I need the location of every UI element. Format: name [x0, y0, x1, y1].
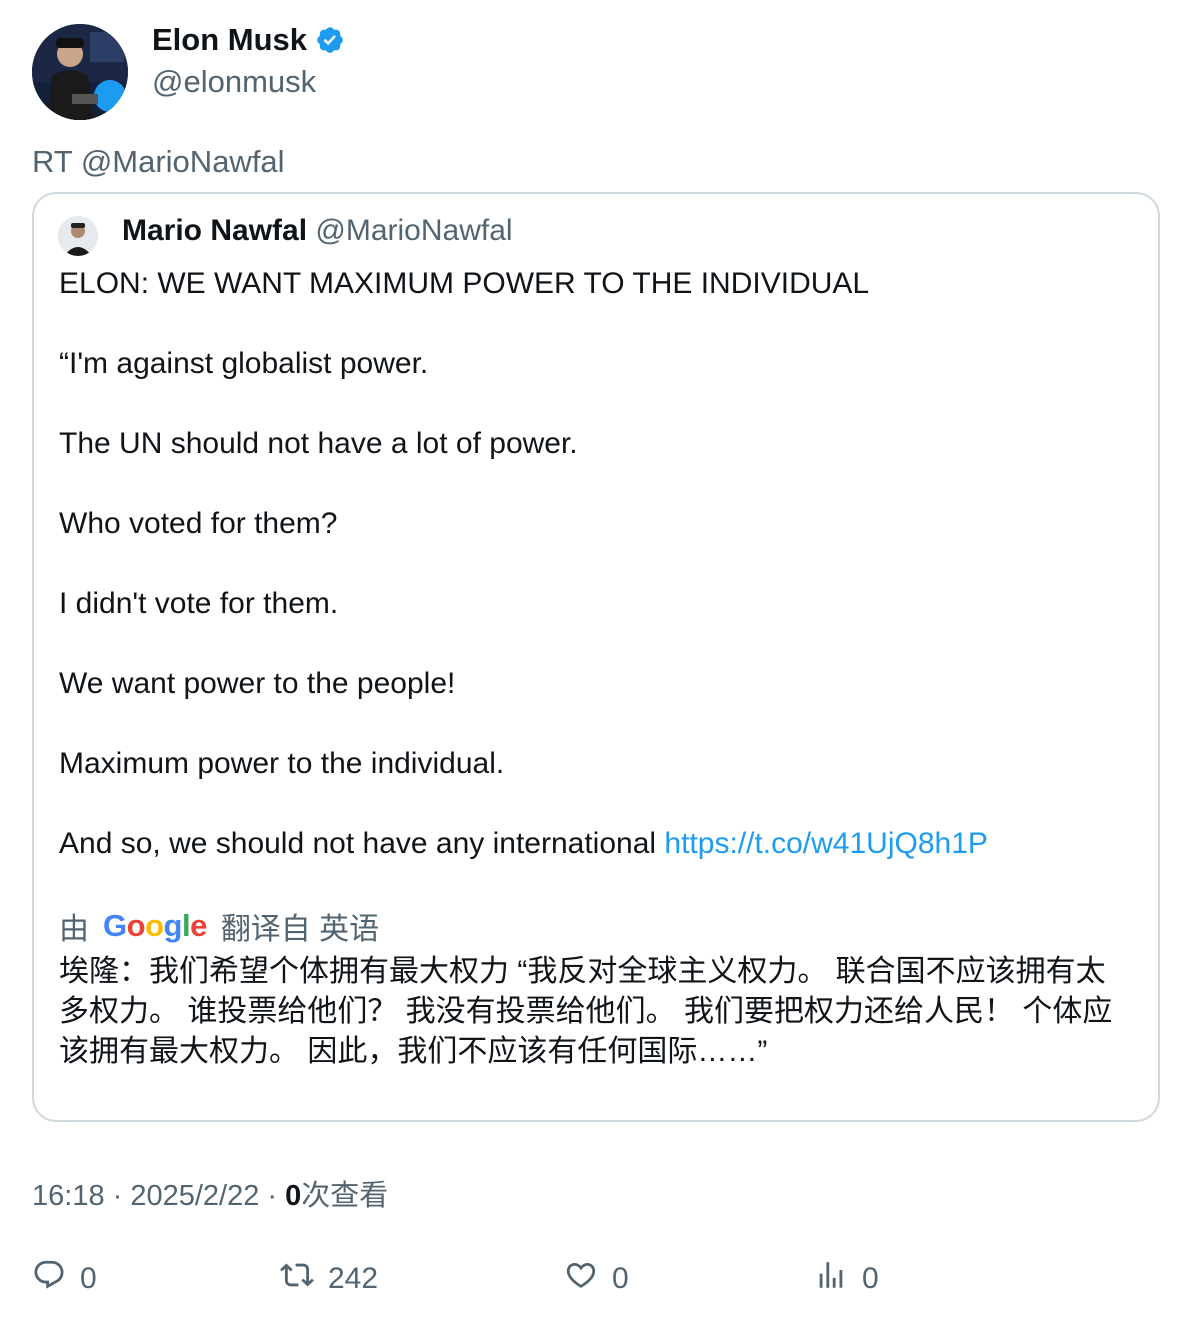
views-count-action: 0 — [862, 1262, 879, 1295]
action-bar: 0 242 0 0 — [32, 1258, 1172, 1306]
quoted-paragraph: I didn't vote for them. — [59, 587, 339, 620]
quoted-paragraph: The UN should not have a lot of power. — [59, 427, 578, 460]
avatar[interactable] — [32, 24, 128, 120]
author-handle[interactable]: @elonmusk — [152, 64, 316, 100]
reply-count: 0 — [80, 1262, 97, 1295]
google-logo[interactable]: Google — [103, 908, 207, 944]
quoted-paragraph-last: And so, we should not have any internati… — [59, 824, 1139, 864]
reply-icon — [32, 1258, 66, 1300]
retweet-button[interactable]: 242 — [280, 1258, 378, 1300]
quoted-paragraph: We want power to the people! — [59, 667, 456, 700]
views-label: 次查看 — [301, 1180, 389, 1212]
tweet-link[interactable]: https://t.co/w41UjQ8h1P — [664, 827, 988, 860]
quoted-tweet-card[interactable]: Mario Nawfal @MarioNawfal ELON: WE WANT … — [32, 192, 1160, 1122]
quoted-author-name[interactable]: Mario Nawfal — [122, 214, 307, 247]
avatar-image — [32, 24, 128, 120]
quoted-tweet-text: ELON: WE WANT MAXIMUM POWER TO THE INDIV… — [59, 264, 1139, 864]
like-count: 0 — [612, 1262, 629, 1295]
views-button[interactable]: 0 — [814, 1258, 879, 1300]
translate-suffix: 翻译自 英语 — [220, 913, 380, 946]
like-button[interactable]: 0 — [564, 1258, 629, 1300]
retweet-text: RT @MarioNawfal — [32, 144, 285, 179]
translate-prefix: 由 — [59, 913, 89, 946]
quoted-avatar[interactable] — [58, 216, 98, 256]
tweet-date[interactable]: 2025/2/22 — [130, 1180, 259, 1212]
retweet-count: 242 — [328, 1262, 379, 1295]
translation-attribution: 由 Google 翻译自 英语 — [59, 904, 379, 948]
tweet-time[interactable]: 16:18 — [32, 1180, 105, 1212]
retweet-icon — [280, 1258, 314, 1300]
author-name-row: Elon Musk — [152, 22, 345, 58]
tweet-meta: 16:18 · 2025/2/22 · 0次查看 — [32, 1172, 388, 1214]
quoted-avatar-image — [58, 216, 98, 256]
quoted-last-text: And so, we should not have any internati… — [59, 827, 665, 860]
quoted-author-handle[interactable]: @MarioNawfal — [315, 214, 512, 247]
verified-badge-icon — [315, 25, 345, 55]
quoted-paragraph: Who voted for them? — [59, 507, 338, 540]
analytics-icon — [814, 1258, 848, 1300]
author-name[interactable]: Elon Musk — [152, 22, 307, 58]
quoted-paragraph: Maximum power to the individual. — [59, 747, 505, 780]
meta-separator: · — [104, 1180, 131, 1212]
quoted-paragraph: “I'm against globalist power. — [59, 347, 429, 380]
quoted-author: Mario Nawfal @MarioNawfal — [122, 214, 513, 248]
reply-button[interactable]: 0 — [32, 1258, 97, 1300]
translated-text: 埃隆：我们希望个体拥有最大权力 “我反对全球主义权力。 联合国不应该拥有太多权力… — [59, 955, 1113, 1068]
quoted-paragraph: ELON: WE WANT MAXIMUM POWER TO THE INDIV… — [59, 267, 870, 300]
heart-icon — [564, 1258, 598, 1300]
meta-separator: · — [259, 1180, 286, 1212]
views-count: 0 — [285, 1180, 302, 1212]
